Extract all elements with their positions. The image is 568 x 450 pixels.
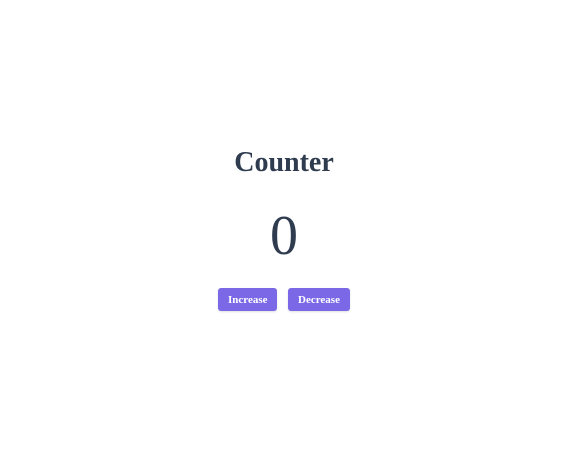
counter-value: 0 [270,205,298,267]
counter-app: Counter 0 Increase Decrease [0,0,568,450]
counter-title: Counter [234,147,334,178]
decrease-button[interactable]: Decrease [288,288,350,311]
counter-button-row: Increase Decrease [0,288,568,311]
increase-button[interactable]: Increase [218,288,277,311]
